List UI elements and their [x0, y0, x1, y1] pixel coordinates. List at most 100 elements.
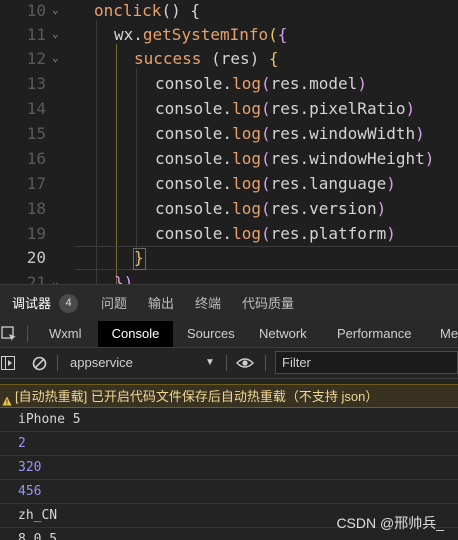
filter-field — [275, 351, 458, 374]
line-number: 17 — [26, 174, 46, 193]
devtools-tabbar: Wxml Console Sources Network Performance… — [0, 321, 458, 348]
code-token: ( — [260, 99, 271, 118]
divider — [57, 355, 58, 371]
code-token: ( — [260, 174, 271, 193]
code-token: ) — [424, 149, 435, 168]
code-line[interactable]: 10 ⌄ onclick() { — [0, 0, 458, 23]
code-token: getSystemInfo — [142, 25, 269, 44]
code-token: ) — [386, 224, 396, 243]
code-token: res.version — [270, 199, 377, 218]
sidebar-toggle-icon[interactable] — [1, 348, 15, 378]
line-number: 13 — [26, 74, 46, 93]
code-token: log — [232, 99, 261, 118]
line-number: 11 — [26, 25, 46, 44]
code-line[interactable]: 15 console.log(res.windowWidth) — [0, 122, 458, 146]
line-number: 21 — [26, 273, 46, 284]
code-token: ( — [260, 149, 271, 168]
clear-console-icon[interactable] — [32, 348, 47, 378]
code-line[interactable]: 14 console.log(res.pixelRatio) — [0, 97, 458, 121]
code-line[interactable]: 19 console.log(res.platform) — [0, 222, 458, 246]
code-token: ( — [260, 124, 271, 143]
code-token: ( — [268, 25, 278, 44]
line-number: 15 — [26, 124, 46, 143]
line-number: 20 — [26, 248, 46, 267]
debugger-count-badge: 4 — [59, 294, 78, 313]
filter-input[interactable] — [276, 352, 457, 373]
tab-debugger[interactable]: 调试器 — [12, 285, 51, 322]
code-token: ( — [260, 199, 271, 218]
console-output[interactable]: [自动热重载] 已开启代码文件保存后自动热重载（不支持 json） iPhone… — [0, 379, 458, 540]
code-token: console. — [155, 99, 233, 118]
chevron-down-icon[interactable]: ⌄ — [52, 276, 64, 285]
tab-output[interactable]: 输出 — [148, 285, 174, 322]
code-editor[interactable]: 10 ⌄ onclick() { 11 ⌄ wx.getSystemInfo({… — [0, 0, 458, 284]
tab-code-quality[interactable]: 代码质量 — [242, 285, 294, 322]
code-token: (res) — [201, 49, 269, 68]
code-token: console. — [155, 124, 233, 143]
tab-terminal[interactable]: 终端 — [195, 285, 221, 322]
line-number: 12 — [26, 49, 46, 68]
tab-problems[interactable]: 问题 — [101, 285, 127, 322]
code-token: console. — [155, 174, 233, 193]
code-line[interactable]: 17 console.log(res.language) — [0, 172, 458, 196]
code-token: res.windowWidth — [270, 124, 416, 143]
code-line[interactable]: 13 console.log(res.model) — [0, 72, 458, 96]
code-token: log — [232, 224, 261, 243]
code-token: } — [134, 248, 144, 267]
chevron-down-icon[interactable]: ⌄ — [52, 52, 64, 64]
code-token: ) — [415, 124, 425, 143]
code-token: res.model — [270, 74, 358, 93]
code-token: ) — [376, 199, 387, 218]
log-number: 456 — [18, 484, 42, 499]
code-token: }) — [114, 273, 134, 284]
code-token: console. — [155, 74, 233, 93]
chevron-down-icon[interactable]: ⌄ — [52, 4, 64, 16]
code-token: res.platform — [270, 224, 387, 243]
inspect-element-icon[interactable] — [1, 319, 17, 349]
code-token: ) — [405, 99, 416, 118]
tab-performance[interactable]: Performance — [337, 321, 411, 347]
tab-sources[interactable]: Sources — [187, 321, 235, 347]
code-line[interactable]: 16 console.log(res.windowHeight) — [0, 147, 458, 171]
log-number: 320 — [18, 460, 42, 475]
code-line[interactable]: 11 ⌄ wx.getSystemInfo({ — [0, 23, 458, 47]
warning-message: [自动热重载] 已开启代码文件保存后自动热重载（不支持 json） — [15, 389, 379, 404]
tab-memory[interactable]: Me — [440, 321, 458, 347]
code-token: res.pixelRatio — [270, 99, 406, 118]
divider — [226, 355, 227, 371]
code-token: success — [134, 49, 202, 68]
code-token: ) — [386, 174, 396, 193]
log-string: iPhone 5 — [18, 412, 81, 427]
code-token: console. — [155, 199, 233, 218]
log-number: 2 — [18, 436, 26, 451]
bottom-panel-tabs: 调试器 4 问题 输出 终端 代码质量 — [0, 284, 458, 322]
code-token: wx. — [114, 25, 143, 44]
console-toolbar: appservice ▼ — [0, 348, 458, 379]
tab-wxml[interactable]: Wxml — [49, 321, 82, 347]
code-token: console. — [155, 149, 233, 168]
code-token: () { — [161, 1, 200, 20]
chevron-down-icon[interactable]: ▼ — [205, 348, 215, 378]
tab-network[interactable]: Network — [259, 321, 307, 347]
context-select[interactable]: appservice — [70, 348, 133, 378]
code-line[interactable]: 18 console.log(res.version) — [0, 197, 458, 221]
line-number: 19 — [26, 224, 46, 243]
code-token: res.windowHeight — [270, 149, 425, 168]
tab-console[interactable]: Console — [98, 321, 173, 347]
code-token: ) — [357, 74, 367, 93]
code-token: onclick — [94, 1, 162, 20]
code-line[interactable]: 12 ⌄ success (res) { — [0, 47, 458, 71]
line-number: 14 — [26, 99, 46, 118]
code-token: log — [232, 174, 261, 193]
code-line[interactable]: 21 ⌄ }) — [0, 271, 458, 284]
console-row: 456 — [0, 480, 458, 504]
code-token: ( — [260, 224, 271, 243]
code-token: log — [232, 124, 261, 143]
divider — [27, 326, 28, 342]
eye-icon[interactable] — [236, 348, 254, 378]
console-warning-row: [自动热重载] 已开启代码文件保存后自动热重载（不支持 json） — [0, 384, 458, 408]
code-token: { — [277, 25, 288, 44]
chevron-down-icon[interactable]: ⌄ — [52, 28, 64, 40]
console-row: 320 — [0, 456, 458, 480]
code-line-current[interactable]: 20 } — [0, 246, 458, 270]
